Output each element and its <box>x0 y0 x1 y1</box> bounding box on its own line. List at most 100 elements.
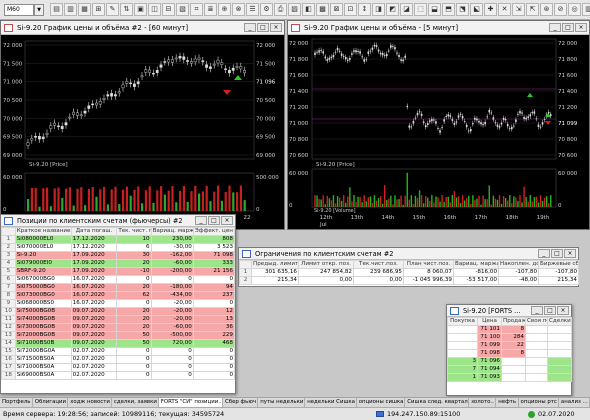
close-icon[interactable]: × <box>221 216 233 225</box>
toolbar-button-13[interactable]: ⊕ <box>218 3 231 16</box>
toolbar-button-7[interactable]: ▣ <box>134 3 147 16</box>
toolbar-button-32[interactable]: ✚ <box>484 3 497 16</box>
toolbar-button-38[interactable]: ◎ <box>568 3 581 16</box>
workspace-tab[interactable]: недельки Сишка <box>305 398 357 407</box>
table-row[interactable]: 2 Si070000EL0 17.12.2020 6 -30,00 3 523 <box>1 243 236 252</box>
toolbar-button-30[interactable]: ⬔ <box>456 3 469 16</box>
positions-column-header[interactable]: Краткое название <box>14 227 72 236</box>
table-row[interactable]: 4 Si079000EI0 17.09.2020 20 -60,00 333 <box>1 259 236 268</box>
workspace-tab[interactable]: Сишка след. квартал <box>405 398 470 407</box>
table-row[interactable]: 7 Si075000BG0 16.07.2020 20 -180,00 94 <box>1 283 236 292</box>
toolbar-button-21[interactable]: ⊠ <box>330 3 343 16</box>
orderbook-column-header[interactable]: Своя по <box>525 317 548 326</box>
toolbar-button-28[interactable]: ⬓ <box>428 3 441 16</box>
toolbar-button-26[interactable]: ◪ <box>400 3 413 16</box>
maximize-icon[interactable]: □ <box>562 23 574 32</box>
table-row[interactable]: 14 Si71000BS0B 09.07.2020 50 720,00 468 <box>1 339 236 348</box>
toolbar-button-19[interactable]: ◧ <box>302 3 315 16</box>
toolbar-button-8[interactable]: ◫ <box>148 3 161 16</box>
orderbook-row[interactable]: 71 098 8 <box>447 349 572 358</box>
positions-column-header[interactable]: Дата погаш. <box>70 227 118 236</box>
maximize-icon[interactable]: □ <box>544 306 556 315</box>
toolbar-button-1[interactable]: ▤ <box>50 3 63 16</box>
table-row[interactable]: 3 Si-9.20 17.09.2020 30 -162,00 71 098 <box>1 251 236 260</box>
close-icon[interactable]: × <box>564 249 576 258</box>
table-row[interactable]: 9 Si068000BS0 16.07.2020 0 -20,00 0 <box>1 299 236 308</box>
orderbook-row[interactable]: 3 71 096 <box>447 357 572 366</box>
orderbook-row[interactable]: 7 71 094 <box>447 365 572 374</box>
positions-column-header[interactable]: Эффект. цен <box>192 227 236 236</box>
toolbar-button-5[interactable]: ✎ <box>106 3 119 16</box>
workspace-tab[interactable]: золото.. <box>469 398 497 407</box>
toolbar-button-34[interactable]: ⇲ <box>512 3 525 16</box>
orderbook-column-header[interactable]: Цена <box>477 317 502 326</box>
workspace-tab[interactable]: Сбер фьюч <box>223 398 259 407</box>
minimize-icon[interactable]: _ <box>531 306 543 315</box>
orderbook-row[interactable]: 71 099 22 <box>447 341 572 350</box>
limits-column-header[interactable]: План чист.поз. <box>403 260 454 269</box>
orderbook-column-header[interactable]: Сделки <box>547 317 572 326</box>
toolbar-button-35[interactable]: ⇱ <box>526 3 539 16</box>
table-row[interactable]: 1 Si080000EL0 17.12.2020 10 230,00 808 <box>1 235 236 244</box>
table-row[interactable]: 5 SBRF-9.20 17.09.2020 -10 -200,00 21 156 <box>1 267 236 276</box>
maximize-icon[interactable]: □ <box>257 23 269 32</box>
workspace-tab[interactable]: опционы ртс <box>519 398 559 407</box>
limits-column-header[interactable]: Лимит откр. поз. <box>298 260 354 269</box>
toolbar-button-36[interactable]: ⊛ <box>540 3 553 16</box>
toolbar-button-24[interactable]: ◨ <box>372 3 385 16</box>
table-row[interactable]: 6 Si067000BG0 16.07.2020 0 0 0 <box>1 275 236 284</box>
table-row[interactable]: 12 Si73000BG0B 09.07.2020 20 -60,00 36 <box>1 323 236 332</box>
workspace-tab[interactable]: анализ ... <box>559 398 590 407</box>
positions-column-header[interactable]: Вариац. маржа <box>150 227 194 236</box>
positions-column-header[interactable]: Тек. чист. поз. <box>116 227 152 236</box>
toolbar-button-29[interactable]: ⬒ <box>442 3 455 16</box>
toolbar-button-23[interactable]: ↕ <box>358 3 371 16</box>
workspace-tab[interactable]: опционы сишка <box>357 398 406 407</box>
limits-column-header[interactable]: Биржевые сборы <box>538 260 579 269</box>
toolbar-button-37[interactable]: ⊘ <box>554 3 567 16</box>
toolbar-button-15[interactable]: ☰ <box>246 3 259 16</box>
maximize-icon[interactable]: □ <box>551 249 563 258</box>
maximize-icon[interactable]: □ <box>208 216 220 225</box>
toolbar-button-16[interactable]: ⚙ <box>260 3 273 16</box>
timeframe-dropdown-icon[interactable]: ▼ <box>34 4 44 16</box>
toolbar-button-2[interactable]: ▥ <box>64 3 77 16</box>
workspace-tab[interactable]: ходж новости <box>68 398 112 407</box>
timeframe-select[interactable]: M60 <box>4 4 34 16</box>
minimize-icon[interactable]: _ <box>549 23 561 32</box>
workspace-tab[interactable]: FORTS "СИ" позиции.. <box>158 398 224 407</box>
toolbar-button-6[interactable]: ⇅ <box>120 3 133 16</box>
orderbook-row[interactable]: 1 71 093 <box>447 373 572 382</box>
table-row[interactable]: 18 Si69000BS0A 02.07.2020 0 0 0 <box>1 371 236 380</box>
table-row[interactable]: 8 Si073000BG0 16.07.2020 62 -434,00 237 <box>1 291 236 300</box>
minimize-icon[interactable]: _ <box>538 249 550 258</box>
toolbar-button-31[interactable]: ⬕ <box>470 3 483 16</box>
toolbar-button-27[interactable]: ⬚ <box>414 3 427 16</box>
toolbar-button-3[interactable]: ▦ <box>78 3 91 16</box>
table-row[interactable]: 17 Si71000BS0A 02.07.2020 0 0 0 <box>1 363 236 372</box>
table-row[interactable]: 2 215,34 0,00 0,00 -1 045 996,39 -53 517,00 -4… <box>239 276 579 285</box>
workspace-tab[interactable]: сделки, заявки <box>112 398 159 407</box>
toolbar-button-10[interactable]: ▧ <box>176 3 189 16</box>
toolbar-button-20[interactable]: ▩ <box>316 3 329 16</box>
close-icon[interactable]: × <box>575 23 587 32</box>
orderbook-column-header[interactable]: Продажа <box>501 317 526 326</box>
toolbar-button-18[interactable]: ▨ <box>288 3 301 16</box>
workspace-tab[interactable]: Облигации <box>33 398 69 407</box>
workspace-tab[interactable]: путы недельки <box>258 398 306 407</box>
toolbar-button-9[interactable]: ⊟ <box>162 3 175 16</box>
toolbar-button-25[interactable]: ◩ <box>386 3 399 16</box>
limits-column-header[interactable]: Накоплен. доход <box>498 260 539 269</box>
limits-column-header[interactable]: Вариац. маржа <box>453 260 499 269</box>
minimize-icon[interactable]: _ <box>195 216 207 225</box>
toolbar-button-39[interactable]: ▥ <box>582 3 590 16</box>
workspace-tab[interactable]: нефть <box>496 398 519 407</box>
limits-column-header[interactable]: Предыд. лимит... <box>251 260 299 269</box>
orderbook-column-header[interactable]: Покупка <box>447 317 478 326</box>
table-row[interactable]: 15 Si72000BG0A 02.07.2020 0 0 0 <box>1 347 236 356</box>
table-row[interactable]: 11 Si74000BG0B 09.07.2020 20 -20,00 13 <box>1 315 236 324</box>
toolbar-button-4[interactable]: ⊞ <box>92 3 105 16</box>
table-row[interactable]: 16 Si71500BS0A 02.07.2020 0 0 0 <box>1 355 236 364</box>
workspace-tab[interactable]: Портфель <box>0 398 33 407</box>
table-row[interactable]: 1 301 635,16 247 854,82 239 686,95 8 060,07-… <box>239 268 579 277</box>
